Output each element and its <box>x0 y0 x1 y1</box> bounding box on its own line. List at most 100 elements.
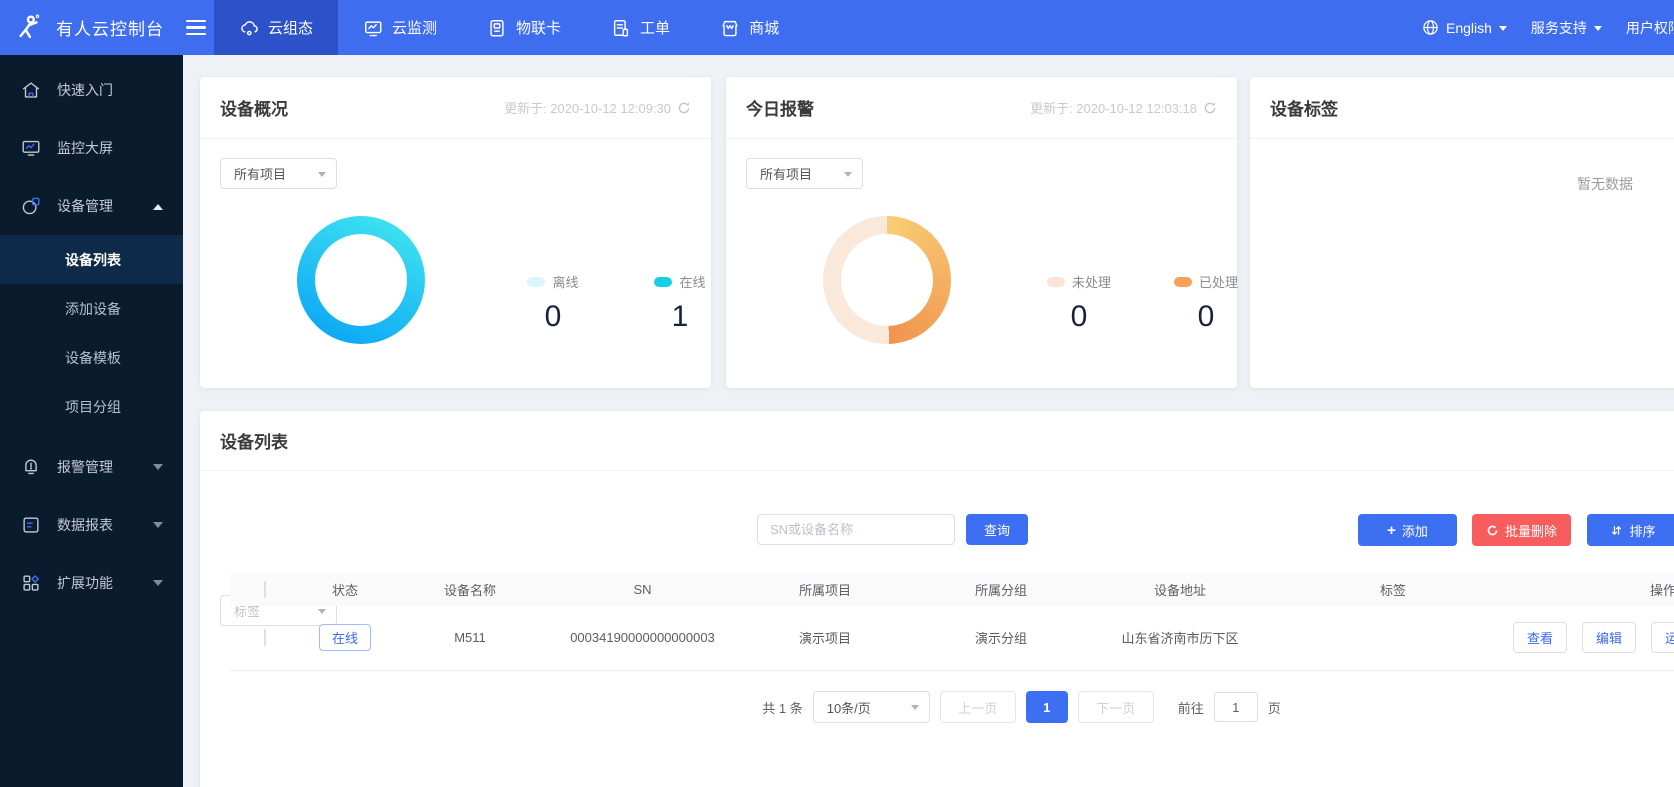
query-button[interactable]: 查询 <box>966 514 1028 545</box>
legend-swatch <box>1173 276 1192 287</box>
submenu-label: 项目分组 <box>65 398 121 415</box>
menu-toggle-icon[interactable] <box>186 19 206 36</box>
user-menu[interactable]: 用户权限 <box>1626 18 1674 38</box>
sidebar-item-device-list[interactable]: 设备列表 <box>0 235 183 284</box>
sidebar-item-label: 快速入门 <box>57 82 113 98</box>
sidebar-item-project-group[interactable]: 项目分组 <box>0 382 183 431</box>
chevron-down-icon <box>910 705 919 714</box>
sn-cell: 00034190000000000003 <box>570 630 715 646</box>
col-tag: 标签 <box>1379 583 1406 598</box>
current-page-button[interactable]: 1 <box>1025 691 1068 723</box>
legend-swatch <box>527 276 546 287</box>
sidebar-item-alarm-management[interactable]: 报警管理 <box>0 438 183 496</box>
refresh-icon[interactable] <box>677 101 691 115</box>
main-content: 设备概况 更新于: 2020-10-12 12:09:30 所有项目 离线 0 … <box>183 55 1674 787</box>
device-list-card: 设备列表 所有项目 全部 标签 查询 + 添加 <box>200 411 1674 787</box>
total-count: 共 1 条 <box>762 700 803 716</box>
device-status-donut-chart <box>297 216 425 344</box>
project-filter-select[interactable]: 所有项目 <box>220 158 337 189</box>
tab-mall[interactable]: 商城 <box>695 0 804 55</box>
sidebar-item-device-template[interactable]: 设备模板 <box>0 333 183 382</box>
tab-work-order[interactable]: 工单 <box>586 0 695 55</box>
sidebar-item-data-reports[interactable]: 数据报表 <box>0 496 183 554</box>
legend-unhandled[interactable]: 未处理 0 <box>1024 272 1134 334</box>
screen-icon <box>20 137 42 159</box>
updated-timestamp: 更新于: 2020-10-12 12:03:18 <box>1030 98 1217 117</box>
button-label: 添加 <box>1401 523 1428 539</box>
status-badge: 在线 <box>318 624 371 652</box>
sort-arrows-icon <box>1610 524 1623 537</box>
legend-label: 离线 <box>552 275 579 290</box>
legend-value: 0 <box>1070 300 1088 333</box>
batch-delete-button[interactable]: 批量删除 <box>1472 514 1571 546</box>
legend-label: 在线 <box>679 275 706 290</box>
sort-button[interactable]: 排序 <box>1587 514 1674 546</box>
next-page-button[interactable]: 下一页 <box>1077 691 1154 723</box>
chevron-down-icon <box>153 464 163 475</box>
row-checkbox[interactable] <box>264 629 266 647</box>
device-submenu: 设备列表 添加设备 设备模板 项目分组 <box>0 235 183 431</box>
legend-label: 未处理 <box>1071 275 1111 290</box>
ops-button[interactable]: 运维 <box>1651 622 1674 654</box>
tab-iot-card[interactable]: 物联卡 <box>462 0 586 55</box>
col-project: 所属项目 <box>798 583 851 598</box>
sim-card-icon <box>487 18 507 38</box>
view-button[interactable]: 查看 <box>1513 622 1568 654</box>
topbar-right: English 服务支持 用户权限 <box>1422 0 1674 55</box>
language-switcher[interactable]: English <box>1422 19 1507 36</box>
sidebar-item-quick-start[interactable]: 快速入门 <box>0 61 183 119</box>
device-table: 状态 设备名称 SN 所属项目 所属分组 设备地址 标签 操作 在线 M511 <box>230 573 1674 671</box>
row-actions: 查看 编辑 运维 <box>1513 622 1674 654</box>
chevron-down-icon <box>1593 25 1602 35</box>
col-status: 状态 <box>331 583 358 598</box>
page-size-select[interactable]: 10条/页 <box>812 691 930 723</box>
tab-cloud-monitor[interactable]: 云监测 <box>338 0 462 55</box>
refresh-icon[interactable] <box>1203 101 1217 115</box>
address-cell: 山东省济南市历下区 <box>1121 631 1239 647</box>
add-button[interactable]: + 添加 <box>1358 514 1457 546</box>
selected-option: 10条/页 <box>826 700 871 716</box>
store-icon <box>720 18 740 38</box>
service-support-menu[interactable]: 服务支持 <box>1531 18 1602 38</box>
extension-grid-icon <box>20 572 42 594</box>
support-label: 服务支持 <box>1530 19 1587 36</box>
tab-label: 工单 <box>640 20 671 37</box>
legend-offline[interactable]: 离线 0 <box>498 272 608 334</box>
select-all-checkbox[interactable] <box>264 581 266 598</box>
card-title: 设备概况 <box>220 100 288 119</box>
sidebar-item-device-management[interactable]: 设备管理 <box>0 177 183 235</box>
chevron-down-icon <box>153 522 163 533</box>
today-alarms-card: 今日报警 更新于: 2020-10-12 12:03:18 所有项目 未处理 0… <box>726 77 1238 388</box>
legend-online[interactable]: 在线 1 <box>625 272 735 334</box>
selected-option: 所有项目 <box>234 167 287 182</box>
home-icon <box>20 79 42 101</box>
filter-bar: 所有项目 全部 标签 查询 + 添加 <box>200 514 1674 626</box>
legend-label: 已处理 <box>1198 275 1238 290</box>
sidebar-item-add-device[interactable]: 添加设备 <box>0 284 183 333</box>
search-input[interactable] <box>757 514 955 545</box>
pagination: 共 1 条 10条/页 上一页 1 下一页 前往 页 <box>230 691 1674 723</box>
button-label: 查询 <box>983 523 1010 538</box>
brand-name: 有人云控制台 <box>56 20 164 39</box>
tab-label: 云组态 <box>268 20 314 37</box>
tab-cloud-scada[interactable]: 云组态 <box>214 0 339 55</box>
goto-page-input[interactable] <box>1213 692 1258 722</box>
device-tags-card: 设备标签 更新于: 暂无数据 <box>1250 77 1674 388</box>
legend-handled[interactable]: 已处理 0 <box>1151 272 1261 334</box>
sidebar-item-label: 设备管理 <box>57 198 113 214</box>
updated-text: 更新于: 2020-10-12 12:03:18 <box>1030 101 1197 116</box>
chevron-up-icon <box>153 199 163 210</box>
refresh-icon <box>1486 524 1499 537</box>
table-row: 在线 M511 00034190000000000003 演示项目 演示分组 山… <box>230 606 1674 670</box>
monitor-icon <box>363 18 383 38</box>
language-label: English <box>1446 19 1492 36</box>
sidebar-item-extended-functions[interactable]: 扩展功能 <box>0 554 183 612</box>
project-filter-select[interactable]: 所有项目 <box>746 158 863 189</box>
device-overview-card: 设备概况 更新于: 2020-10-12 12:09:30 所有项目 离线 0 … <box>200 77 711 388</box>
legend-swatch <box>1046 276 1065 287</box>
edit-button[interactable]: 编辑 <box>1582 622 1637 654</box>
sidebar-item-monitor-screen[interactable]: 监控大屏 <box>0 119 183 177</box>
tab-label: 云监测 <box>392 20 438 37</box>
brand: 有人云控制台 <box>14 0 206 55</box>
prev-page-button[interactable]: 上一页 <box>939 691 1016 723</box>
